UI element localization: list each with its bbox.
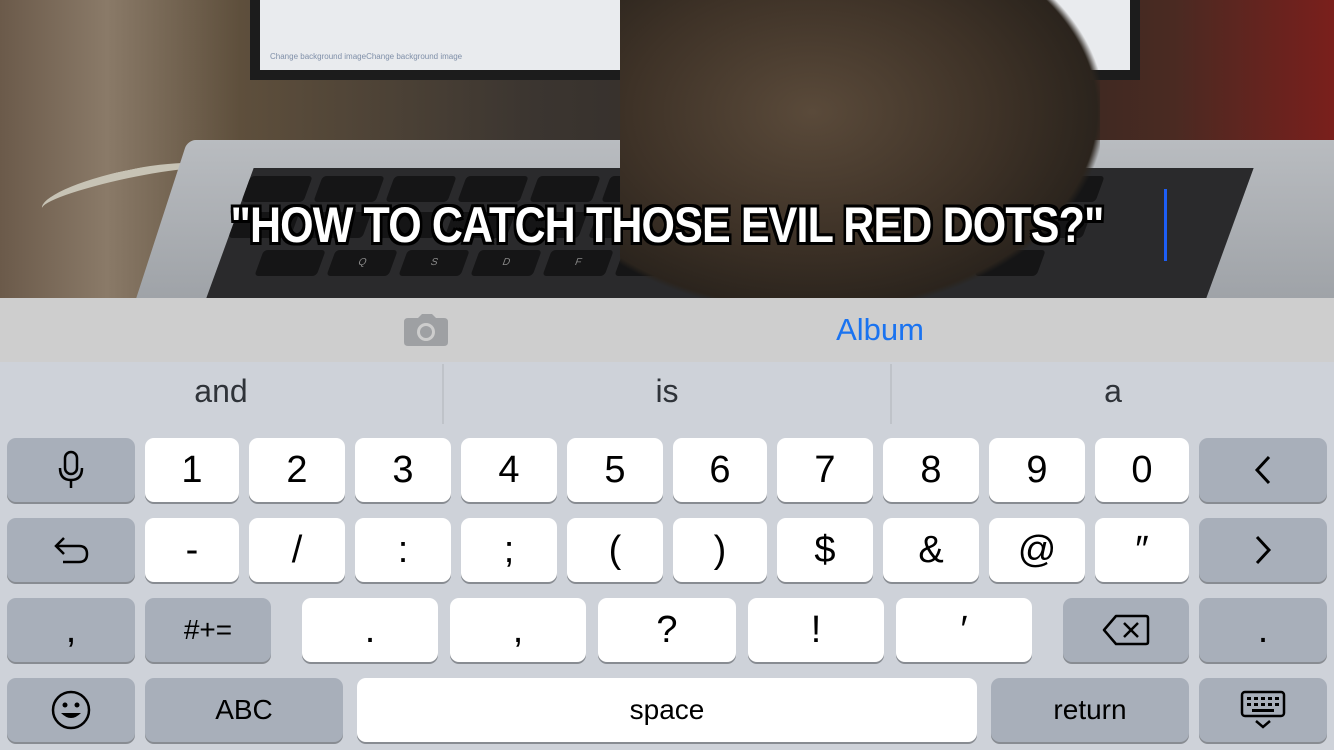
chevron-right-icon (1253, 534, 1273, 566)
dismiss-keyboard-key[interactable] (1199, 678, 1327, 742)
key-4[interactable]: 4 (461, 438, 557, 502)
key-apostrophe[interactable]: ′ (896, 598, 1032, 662)
key-hyphen[interactable]: - (145, 518, 239, 582)
suggestion-1[interactable]: and (0, 362, 442, 426)
keyboard-dismiss-icon (1240, 690, 1286, 730)
key-at[interactable]: @ (989, 518, 1085, 582)
chevron-left-icon (1253, 454, 1273, 486)
text-caret (1164, 189, 1167, 261)
key-1[interactable]: 1 (145, 438, 239, 502)
key-0[interactable]: 0 (1095, 438, 1189, 502)
symbols-toggle-key[interactable]: #+= (145, 598, 271, 662)
emoji-icon (50, 689, 92, 731)
abc-key[interactable]: ABC (145, 678, 343, 742)
key-question[interactable]: ? (598, 598, 736, 662)
space-key[interactable]: space (357, 678, 977, 742)
key-period-right[interactable]: . (1199, 598, 1327, 662)
return-key[interactable]: return (991, 678, 1189, 742)
screen-text: Change background imageChange background… (270, 52, 463, 61)
delete-icon (1102, 613, 1150, 647)
suggestion-3[interactable]: a (892, 362, 1334, 426)
key-comma[interactable]: , (450, 598, 586, 662)
key-dollar[interactable]: $ (777, 518, 873, 582)
album-button[interactable]: Album (800, 310, 960, 350)
microphone-icon (57, 450, 85, 490)
cursor-left-key[interactable] (1199, 438, 1327, 502)
key-open-paren[interactable]: ( (567, 518, 663, 582)
key-9[interactable]: 9 (989, 438, 1085, 502)
key-period[interactable]: . (302, 598, 438, 662)
delete-key[interactable] (1063, 598, 1189, 662)
key-5[interactable]: 5 (567, 438, 663, 502)
key-3[interactable]: 3 (355, 438, 451, 502)
dictation-key[interactable] (7, 438, 135, 502)
undo-icon (51, 534, 91, 566)
emoji-key[interactable] (7, 678, 135, 742)
key-8[interactable]: 8 (883, 438, 979, 502)
suggestion-2[interactable]: is (444, 362, 890, 426)
key-exclamation[interactable]: ! (748, 598, 884, 662)
key-double-quote[interactable]: ″ (1095, 518, 1189, 582)
key-7[interactable]: 7 (777, 438, 873, 502)
key-2[interactable]: 2 (249, 438, 345, 502)
key-semicolon[interactable]: ; (461, 518, 557, 582)
meme-caption[interactable]: "HOW TO CATCH THOSE EVIL RED DOTS?" (93, 196, 1240, 254)
key-comma-left[interactable]: , (7, 598, 135, 662)
undo-key[interactable] (7, 518, 135, 582)
key-slash[interactable]: / (249, 518, 345, 582)
cursor-right-key[interactable] (1199, 518, 1327, 582)
camera-icon[interactable] (404, 314, 448, 346)
image-source-bar (0, 298, 1334, 362)
key-6[interactable]: 6 (673, 438, 767, 502)
key-colon[interactable]: : (355, 518, 451, 582)
key-close-paren[interactable]: ) (673, 518, 767, 582)
key-ampersand[interactable]: & (883, 518, 979, 582)
